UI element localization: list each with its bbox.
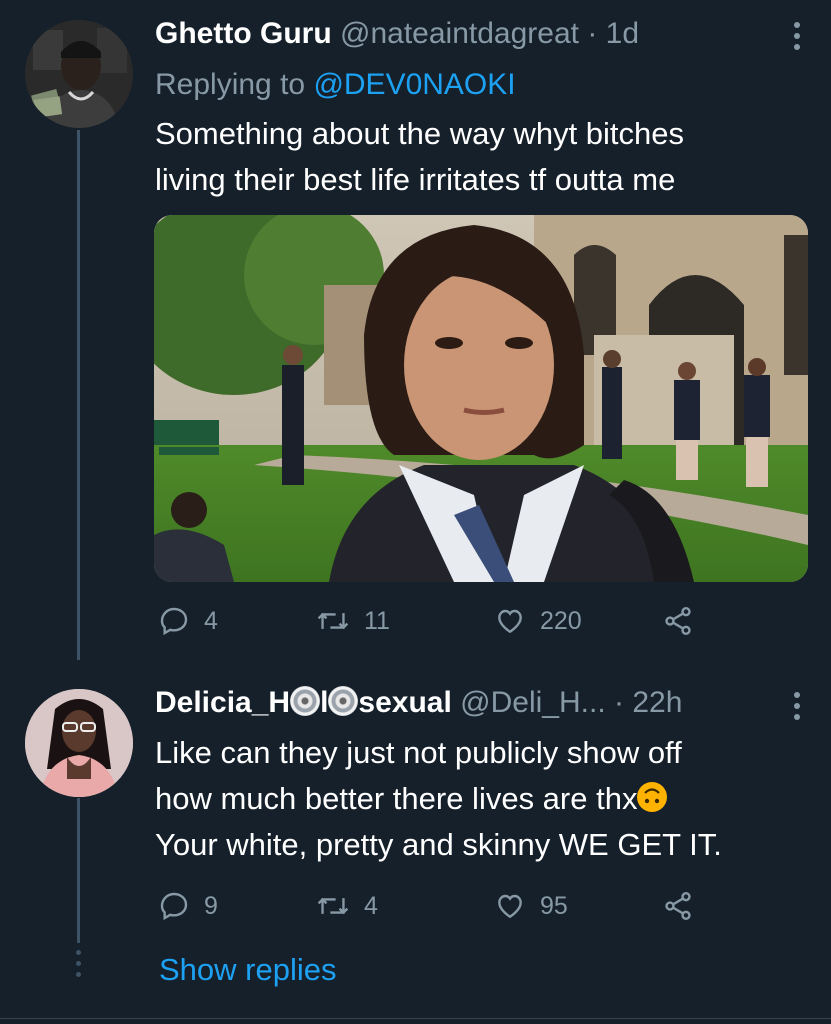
tweet2-time: · 22h bbox=[614, 686, 683, 719]
tweet1-text-line: Something about the way whyt bitches bbox=[155, 116, 685, 151]
tweet2-text: Like can they just not publicly show off… bbox=[155, 730, 722, 868]
tweet1-display-name[interactable]: Ghetto Guru bbox=[155, 17, 332, 50]
tweet2-handle[interactable]: @Deli_H... bbox=[460, 686, 606, 719]
thread-line-top bbox=[77, 130, 80, 660]
tweet2-retweet-button[interactable]: 4 bbox=[316, 890, 378, 922]
tweet1-retweet-button[interactable]: 11 bbox=[316, 605, 390, 637]
tweet2-header: Delicia_H l sexual @Deli_H... · 22h bbox=[155, 686, 682, 720]
tweet1-header: Ghetto Guru @nateaintdagreat · 1d bbox=[155, 17, 639, 51]
upside-down-face-icon bbox=[637, 782, 668, 812]
thread-dots bbox=[76, 950, 81, 977]
share-icon bbox=[665, 607, 691, 635]
tweet1-reply-button[interactable]: 4 bbox=[158, 605, 218, 637]
tweet1-text-line: living their best life irritates tf outt… bbox=[155, 162, 676, 197]
tweet2-actions: 9 4 95 bbox=[158, 890, 698, 930]
tweet2-name-part: l bbox=[320, 686, 329, 719]
tweet2-more-icon[interactable] bbox=[793, 692, 801, 720]
tweet2-text-line-with-emoji: how much better there lives are thx bbox=[155, 776, 722, 822]
tweet2-name-part: Delicia_H bbox=[155, 686, 291, 719]
tweet2-share-button[interactable] bbox=[662, 890, 694, 922]
tweet1-text: Something about the way whyt bitches liv… bbox=[155, 111, 684, 203]
tweet2-display-name[interactable]: Delicia_H l sexual bbox=[155, 686, 452, 719]
tweet2-text-line: how much better there lives are thx bbox=[155, 781, 638, 816]
heart-icon bbox=[498, 894, 522, 919]
tweet1-replying-to: Replying to @DEV0NAOKI bbox=[155, 68, 516, 102]
tweet2-reply-count: 9 bbox=[204, 891, 218, 920]
tweet2-like-button[interactable]: 95 bbox=[494, 890, 568, 922]
avatar-delicia[interactable] bbox=[25, 689, 133, 797]
tweet2-reply-button[interactable]: 9 bbox=[158, 890, 218, 922]
tweet1-media-image[interactable] bbox=[154, 215, 808, 582]
avatar-ghetto-guru[interactable] bbox=[25, 20, 133, 128]
tweet2-text-line: Your white, pretty and skinny WE GET IT. bbox=[155, 827, 722, 862]
tweet1-reply-count: 4 bbox=[204, 606, 218, 635]
tweet2-text-line: Like can they just not publicly show off bbox=[155, 735, 682, 770]
thread-line-bottom bbox=[77, 798, 80, 943]
tweet2-name-part: sexual bbox=[358, 686, 452, 719]
share-icon bbox=[665, 892, 691, 920]
show-replies-link[interactable]: Show replies bbox=[159, 952, 336, 988]
tweet2-retweet-count: 4 bbox=[364, 891, 378, 920]
tweet1-like-button[interactable]: 220 bbox=[494, 605, 582, 637]
disc-icon bbox=[328, 686, 359, 716]
tweet2-like-count: 95 bbox=[540, 891, 568, 920]
replying-prefix: Replying to bbox=[155, 68, 306, 101]
retweet-icon bbox=[317, 612, 349, 630]
divider bbox=[0, 1018, 831, 1019]
tweet1-actions: 4 11 220 bbox=[158, 605, 698, 645]
disc-icon bbox=[290, 686, 321, 716]
tweet1-time: · 1d bbox=[587, 17, 640, 50]
replying-handle-link[interactable]: @DEV0NAOKI bbox=[313, 68, 515, 101]
reply-icon bbox=[160, 892, 188, 921]
tweet1-handle[interactable]: @nateaintdagreat bbox=[340, 17, 579, 50]
heart-icon bbox=[498, 609, 522, 634]
tweet1-like-count: 220 bbox=[540, 606, 582, 635]
reply-icon bbox=[160, 607, 188, 636]
retweet-icon bbox=[317, 897, 349, 915]
tweet1-share-button[interactable] bbox=[662, 605, 694, 637]
tweet1-retweet-count: 11 bbox=[364, 606, 390, 635]
tweet1-more-icon[interactable] bbox=[793, 22, 801, 50]
